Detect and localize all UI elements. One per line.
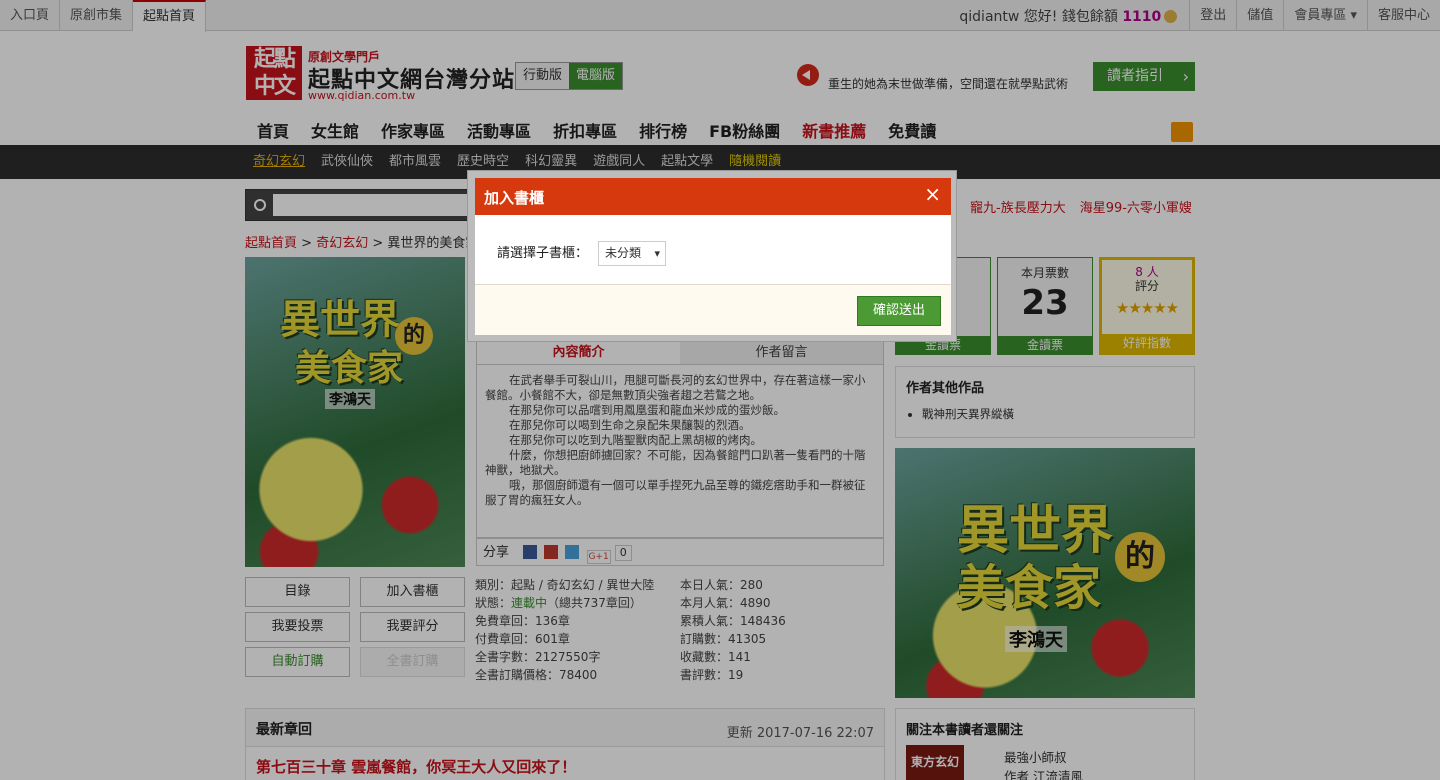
- confirm-submit-button[interactable]: 確認送出: [857, 296, 941, 326]
- dialog-title: 加入書櫃: [484, 189, 545, 207]
- close-icon[interactable]: ×: [924, 182, 941, 206]
- shelf-select[interactable]: 未分類: [598, 241, 666, 266]
- add-shelf-dialog: 加入書櫃 × 請選擇子書櫃： 未分類 確認送出: [467, 170, 957, 342]
- modal-overlay[interactable]: [0, 0, 1440, 780]
- shelf-select-label: 請選擇子書櫃：: [497, 246, 589, 261]
